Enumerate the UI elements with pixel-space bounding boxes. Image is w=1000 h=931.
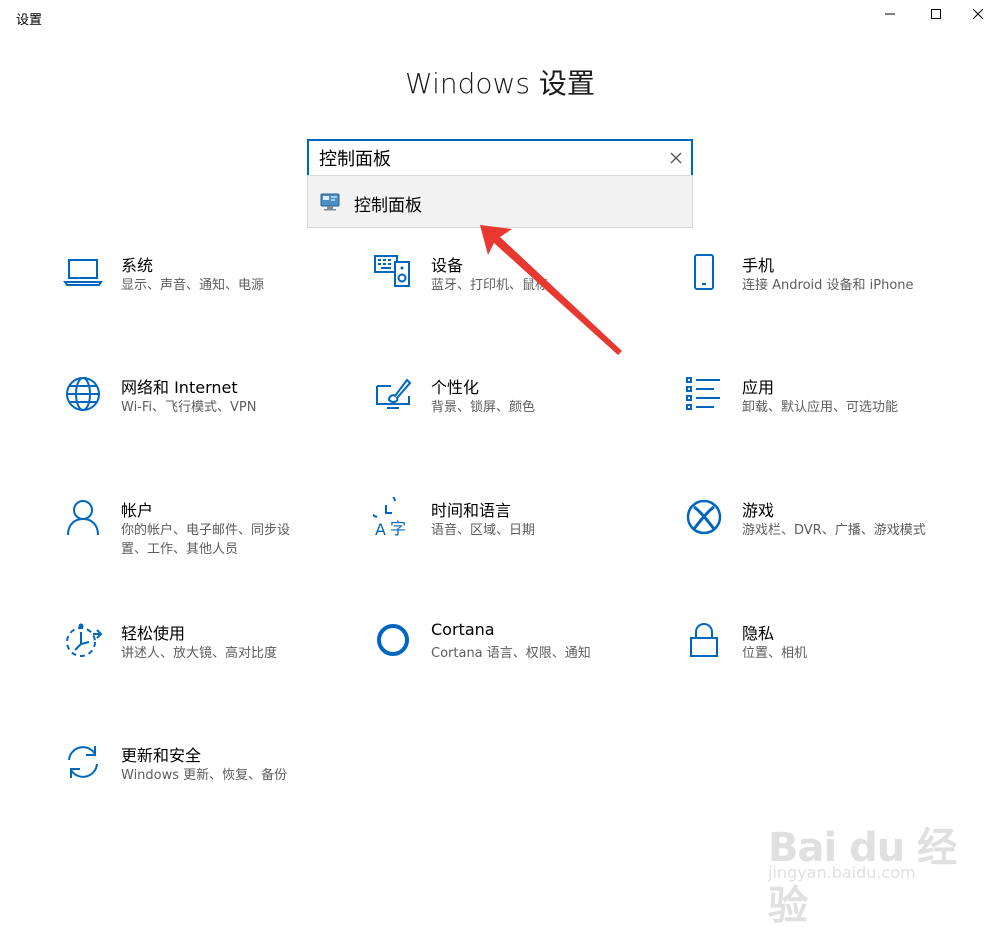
settings-tile-network-internet[interactable]: 网络和 Internet Wi-Fi、飞行模式、VPN	[63, 374, 343, 454]
settings-tile-accounts[interactable]: 帐户你的帐户、电子邮件、同步设置、工作、其他人员	[63, 497, 343, 577]
tile-title: 网络和 Internet	[121, 378, 238, 397]
window-title: 设置	[16, 13, 43, 28]
tile-title: 应用	[742, 378, 775, 397]
lock-icon	[684, 620, 724, 660]
settings-tile-privacy[interactable]: 隐私 位置、相机	[684, 620, 964, 700]
annotation-arrow	[480, 225, 622, 355]
maximize-icon	[931, 9, 941, 19]
tile-description: 游戏栏、DVR、广播、游戏模式	[742, 523, 926, 538]
tile-description: Wi-Fi、飞行模式、VPN	[121, 400, 257, 415]
tile-title: 帐户	[121, 501, 154, 520]
clear-search-icon[interactable]	[669, 151, 683, 165]
tile-title: 系统	[121, 256, 154, 275]
settings-tile-update-security[interactable]: 更新和安全 Windows 更新、恢复、备份	[63, 742, 343, 822]
settings-tile-cortana[interactable]: Cortana Cortana 语言、权限、通知	[373, 620, 653, 700]
update-icon	[63, 742, 103, 782]
laptop-icon	[63, 252, 103, 292]
tile-title: 隐私	[742, 624, 775, 643]
tile-title: 个性化	[431, 378, 480, 397]
settings-tile-gaming[interactable]: 游戏游戏栏、DVR、广播、游戏模式	[684, 497, 964, 577]
personalization-icon	[373, 374, 413, 414]
watermark-url: jingyan.baidu.com	[768, 863, 916, 882]
tile-description: 你的帐户、电子邮件、同步设置、工作、其他人员	[121, 523, 291, 557]
devices-icon	[373, 252, 413, 292]
cortana-icon	[373, 620, 413, 660]
xbox-icon	[684, 497, 724, 537]
minimize-button[interactable]	[868, 0, 912, 28]
settings-tile-system[interactable]: 系统显示、声音、通知、电源	[63, 252, 343, 332]
phone-icon	[684, 252, 724, 292]
tile-description: 连接 Android 设备和 iPhone	[742, 278, 914, 293]
tile-description: 位置、相机	[742, 646, 808, 661]
settings-tile-apps[interactable]: 应用卸载、默认应用、可选功能	[684, 374, 964, 454]
settings-tile-personalization[interactable]: 个性化背景、锁屏、颜色	[373, 374, 653, 454]
search-input[interactable]	[319, 141, 649, 175]
apps-list-icon	[684, 374, 724, 414]
tile-title: 更新和安全	[121, 746, 202, 765]
svg-text:A: A	[375, 520, 386, 537]
baidu-watermark: Bai du 经验 jingyan.baidu.com	[760, 795, 980, 929]
tile-title: 游戏	[742, 501, 775, 520]
maximize-button[interactable]	[914, 0, 958, 28]
close-icon	[973, 9, 983, 19]
tile-title: 手机	[742, 256, 775, 275]
time-language-icon: A字	[366, 488, 413, 539]
minimize-icon	[885, 13, 895, 15]
tile-title: 设备	[431, 256, 464, 275]
tile-description: 背景、锁屏、颜色	[431, 400, 536, 415]
tile-description: 卸载、默认应用、可选功能	[742, 400, 899, 415]
ease-of-access-icon	[63, 620, 103, 660]
person-icon	[63, 497, 103, 537]
tile-description: 讲述人、放大镜、高对比度	[121, 646, 278, 661]
tile-description: 语音、区域、日期	[431, 523, 536, 538]
page-title: Windows 设置	[405, 67, 595, 100]
search-box[interactable]	[307, 139, 693, 177]
settings-tile-time-language[interactable]: A 字时间和语言 语音、区域、日期	[366, 488, 653, 577]
title-bar: 设置	[0, 0, 1000, 34]
globe-icon	[63, 374, 103, 414]
close-button[interactable]	[956, 0, 1000, 28]
tile-description: Windows 更新、恢复、备份	[121, 768, 288, 783]
control-panel-icon	[320, 193, 340, 211]
svg-text:字: 字	[390, 519, 406, 537]
tile-description: 显示、声音、通知、电源	[121, 278, 265, 293]
tile-title: 时间和语言	[431, 501, 512, 520]
tile-title: 轻松使用	[121, 624, 186, 643]
settings-tile-phone[interactable]: 手机连接 Android 设备和 iPhone	[684, 252, 964, 332]
settings-tile-ease-of-access[interactable]: 轻松使用讲述人、放大镜、高对比度	[63, 620, 343, 700]
tile-description: Cortana 语言、权限、通知	[431, 646, 591, 661]
tile-title: Cortana	[431, 620, 495, 639]
suggestion-label: 控制面板	[354, 196, 422, 216]
